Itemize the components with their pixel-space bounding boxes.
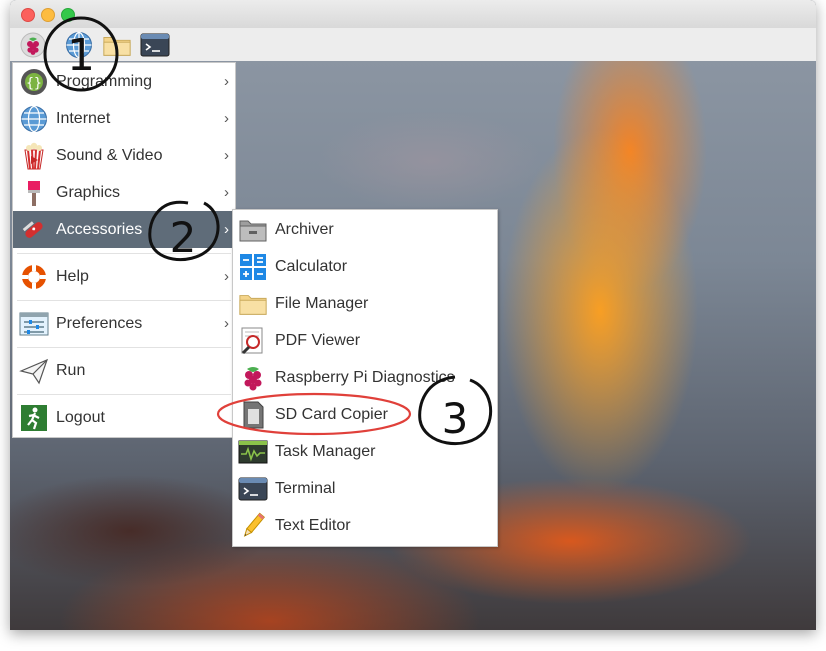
chevron-right-icon: › xyxy=(224,315,229,332)
lifebuoy-icon xyxy=(19,262,49,292)
terminal-icon xyxy=(238,474,268,504)
calculator-icon xyxy=(238,252,268,282)
task-manager-icon xyxy=(238,437,268,467)
raspberry-icon xyxy=(20,32,46,58)
menu-item-label: Terminal xyxy=(275,479,336,497)
submenu-item-terminal[interactable]: Terminal xyxy=(233,470,497,507)
programming-icon: {} xyxy=(19,67,49,97)
popcorn-icon xyxy=(19,141,49,171)
menu-item-internet[interactable]: Internet › xyxy=(13,100,235,137)
menu-item-run[interactable]: Run xyxy=(13,352,235,389)
file-manager-button[interactable] xyxy=(102,30,132,60)
paintbrush-icon xyxy=(19,178,49,208)
menu-item-logout[interactable]: Logout xyxy=(13,399,235,436)
menu-item-sound-video[interactable]: Sound & Video › xyxy=(13,137,235,174)
menu-item-label: Internet xyxy=(56,109,111,127)
menu-item-programming[interactable]: {} Programming › xyxy=(13,63,235,100)
swiss-knife-icon xyxy=(19,215,49,245)
web-browser-button[interactable] xyxy=(64,30,94,60)
submenu-item-file-manager[interactable]: File Manager xyxy=(233,285,497,322)
folder-icon xyxy=(238,289,268,319)
submenu-item-text-editor[interactable]: Text Editor xyxy=(233,507,497,544)
submenu-item-calculator[interactable]: Calculator xyxy=(233,248,497,285)
main-menu: {} Programming › Internet › Sound & Vide… xyxy=(12,62,236,438)
maximize-button[interactable] xyxy=(61,8,75,22)
menu-item-label: SD Card Copier xyxy=(275,405,388,423)
menu-item-label: Run xyxy=(56,361,86,379)
folder-icon xyxy=(103,37,131,56)
taskbar-panel xyxy=(10,28,816,62)
menu-item-label: Task Manager xyxy=(275,442,376,460)
menu-item-label: Accessories xyxy=(56,220,143,238)
menu-separator xyxy=(17,300,231,301)
menu-separator xyxy=(17,253,231,254)
pencil-icon xyxy=(238,511,268,541)
chevron-right-icon: › xyxy=(224,221,229,238)
menu-item-label: Raspberry Pi Diagnostics xyxy=(275,368,455,386)
terminal-button[interactable] xyxy=(140,30,170,60)
close-button[interactable] xyxy=(21,8,35,22)
submenu-item-sd-card-copier[interactable]: SD Card Copier xyxy=(233,396,497,433)
menu-item-label: Programming xyxy=(56,72,153,90)
exit-icon xyxy=(19,403,49,433)
menu-item-help[interactable]: Help › xyxy=(13,258,235,295)
submenu-item-archiver[interactable]: Archiver xyxy=(233,211,497,248)
submenu-item-task-manager[interactable]: Task Manager xyxy=(233,433,497,470)
submenu-item-pdf-viewer[interactable]: PDF Viewer xyxy=(233,322,497,359)
submenu-item-raspberry-pi-diagnostics[interactable]: Raspberry Pi Diagnostics xyxy=(233,359,497,396)
menu-item-accessories[interactable]: Accessories › xyxy=(13,211,235,248)
title-bar xyxy=(10,0,816,29)
menu-item-label: Logout xyxy=(56,408,105,426)
menu-separator xyxy=(17,394,231,395)
chevron-right-icon: › xyxy=(224,268,229,285)
raspberry-icon xyxy=(238,363,268,393)
magnifier-icon xyxy=(238,326,268,356)
globe-icon xyxy=(19,104,49,134)
menu-item-label: Calculator xyxy=(275,257,348,275)
menu-item-label: File Manager xyxy=(275,294,369,312)
minimize-button[interactable] xyxy=(41,8,55,22)
menu-item-label: Graphics xyxy=(56,183,121,201)
paper-plane-icon xyxy=(19,356,49,386)
archive-icon xyxy=(238,215,268,245)
menu-item-label: PDF Viewer xyxy=(275,331,361,349)
menu-item-graphics[interactable]: Graphics › xyxy=(13,174,235,211)
accessories-submenu: Archiver Calculator File Manager PDF Vie… xyxy=(232,209,498,547)
terminal-icon xyxy=(140,33,170,57)
sd-card-icon xyxy=(238,400,268,430)
menu-item-label: Preferences xyxy=(56,314,143,332)
raspberry-menu-button[interactable] xyxy=(18,30,48,60)
menu-item-preferences[interactable]: Preferences › xyxy=(13,305,235,342)
globe-icon xyxy=(66,31,92,59)
menu-item-label: Sound & Video xyxy=(56,146,163,164)
chevron-right-icon: › xyxy=(224,147,229,164)
svg-text:{}: {} xyxy=(26,76,42,91)
menu-separator xyxy=(17,347,231,348)
chevron-right-icon: › xyxy=(224,184,229,201)
preferences-icon xyxy=(19,309,49,339)
menu-item-label: Help xyxy=(56,267,89,285)
chevron-right-icon: › xyxy=(224,110,229,127)
menu-item-label: Text Editor xyxy=(275,516,351,534)
chevron-right-icon: › xyxy=(224,73,229,90)
menu-item-label: Archiver xyxy=(275,220,334,238)
